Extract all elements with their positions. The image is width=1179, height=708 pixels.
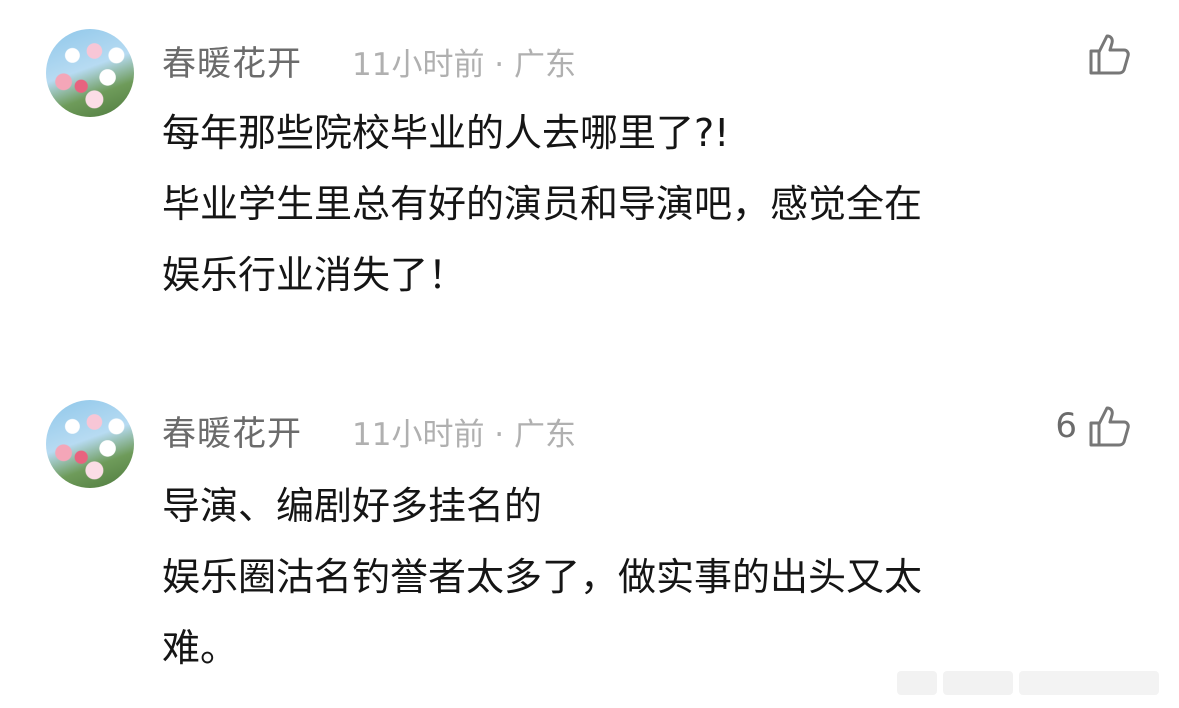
like-button[interactable]: 6 (1055, 402, 1135, 450)
watermark-logo (897, 671, 937, 695)
thumbs-up-icon[interactable] (1087, 402, 1135, 450)
like-button[interactable] (1077, 30, 1135, 78)
watermark-text (943, 671, 1013, 695)
comment-text-line: 娱乐圈沽名钓誉者太多了，做实事的出头又太 (162, 555, 923, 599)
comment-text-line: 每年那些院校毕业的人去哪里了?! (162, 111, 730, 155)
avatar[interactable] (46, 400, 134, 488)
avatar[interactable] (46, 29, 134, 117)
comment-username[interactable]: 春暖花开 (162, 36, 302, 85)
comment-text-line: 娱乐行业消失了！ (162, 253, 467, 297)
comment-text-line: 导演、编剧好多挂名的 (162, 484, 543, 528)
comment-username[interactable]: 春暖花开 (162, 406, 302, 455)
thumbs-up-icon[interactable] (1087, 30, 1135, 78)
watermark (897, 666, 1167, 700)
like-count: 6 (1055, 406, 1077, 446)
comment-text-line: 毕业学生里总有好的演员和导演吧，感觉全在 (162, 182, 923, 226)
comment-meta: 11小时前 · 广东 (352, 417, 577, 453)
comment-text-line: 难。 (162, 626, 239, 670)
watermark-text (1019, 671, 1159, 695)
comment-meta: 11小时前 · 广东 (352, 47, 577, 83)
